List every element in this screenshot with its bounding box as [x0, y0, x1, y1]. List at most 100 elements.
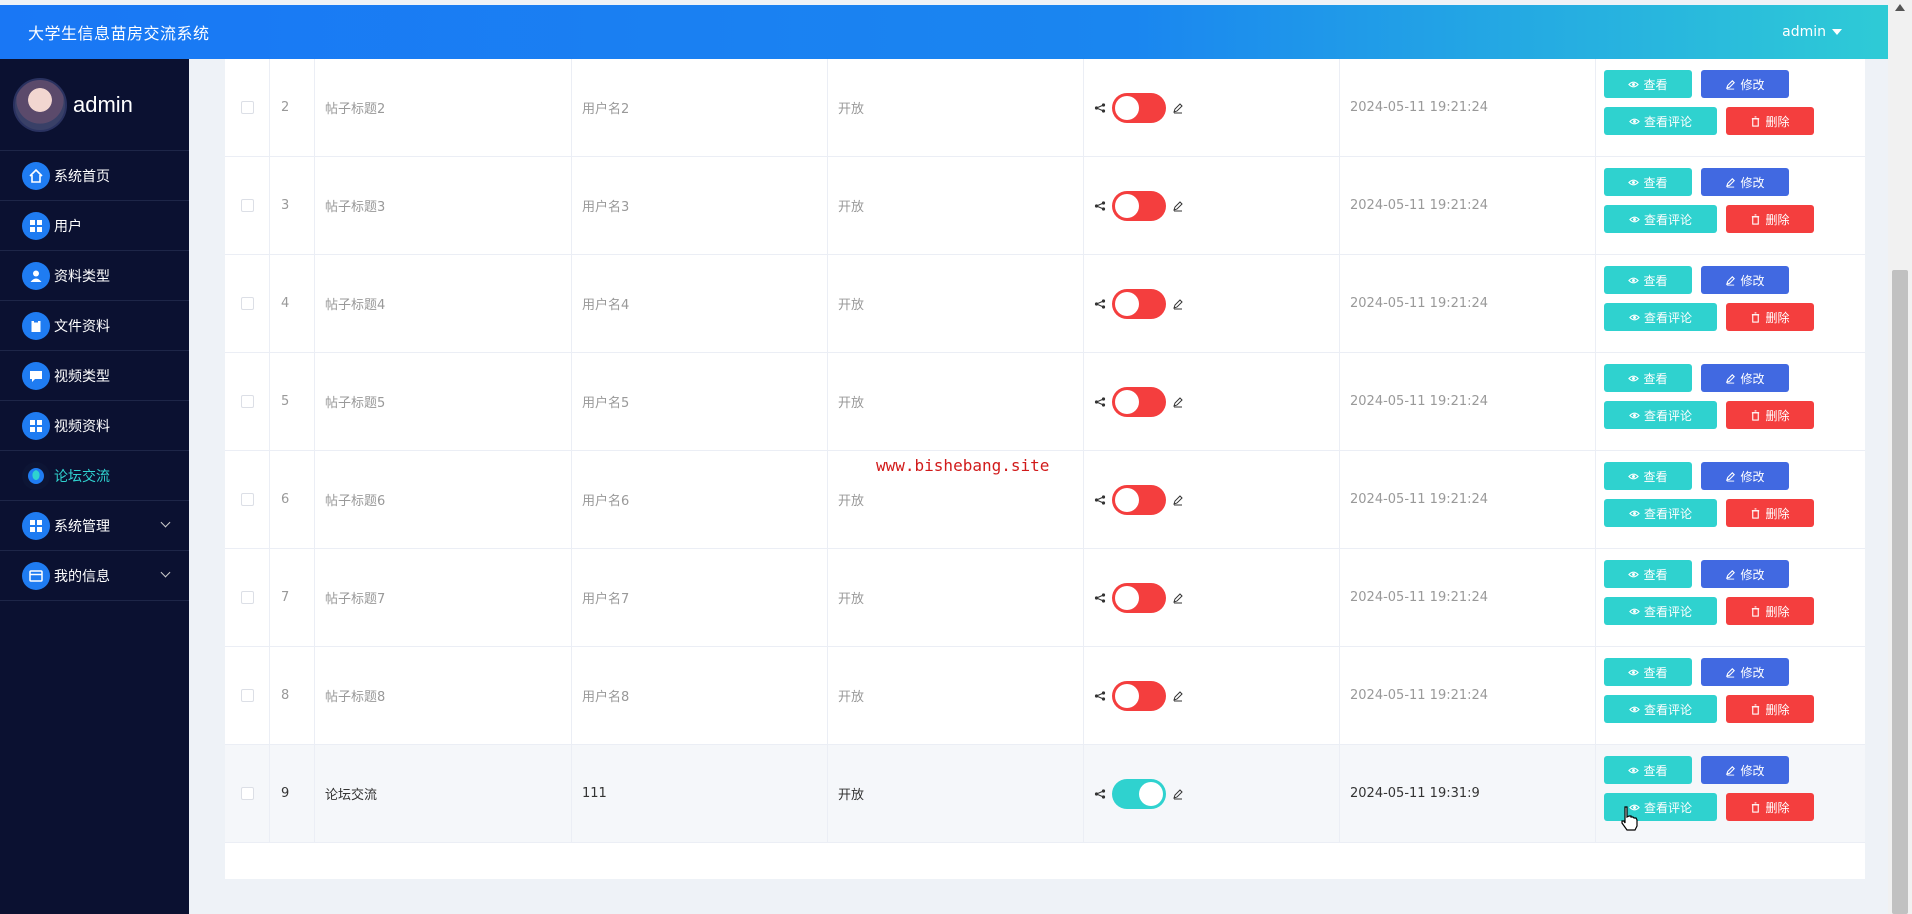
user-name: admin — [1782, 24, 1826, 40]
edit-icon — [1726, 667, 1736, 678]
share-icon[interactable] — [1094, 102, 1106, 114]
pencil-icon[interactable] — [1172, 200, 1184, 212]
share-icon[interactable] — [1094, 788, 1106, 800]
view-button[interactable]: 查看 — [1604, 560, 1692, 588]
edit-button[interactable]: 修改 — [1701, 560, 1789, 588]
view-comments-button[interactable]: 查看评论 — [1604, 205, 1717, 233]
view-button[interactable]: 查看 — [1604, 462, 1692, 490]
sidebar-item-1[interactable]: 用户 — [0, 201, 189, 251]
share-icon[interactable] — [1094, 396, 1106, 408]
status-toggle[interactable] — [1112, 386, 1166, 417]
pencil-icon[interactable] — [1172, 102, 1184, 114]
scrollbar-thumb[interactable] — [1892, 270, 1908, 914]
edit-button[interactable]: 修改 — [1701, 658, 1789, 686]
post-time: 2024-05-11 19:21:24 — [1340, 255, 1596, 352]
delete-button[interactable]: 删除 — [1726, 107, 1814, 135]
row-checkbox[interactable] — [240, 493, 254, 506]
sidebar: admin 系统首页用户 资料类型 文件资料 视频类型 视频资料 论坛交流 系统管理 我的信息 — [0, 59, 189, 914]
sidebar-item-3[interactable]: 文件资料 — [0, 301, 189, 351]
view-button[interactable]: 查看 — [1604, 168, 1692, 196]
view-button[interactable]: 查看 — [1604, 756, 1692, 784]
status-toggle[interactable] — [1112, 680, 1166, 711]
row-checkbox[interactable] — [240, 787, 254, 800]
row-checkbox[interactable] — [240, 689, 254, 702]
sidebar-item-6[interactable]: 论坛交流 — [0, 451, 189, 501]
pencil-icon[interactable] — [1172, 396, 1184, 408]
chevron-down-icon[interactable] — [160, 517, 171, 528]
post-time: 2024-05-11 19:21:24 — [1340, 451, 1596, 548]
view-comments-button[interactable]: 查看评论 — [1604, 303, 1717, 331]
status-toggle[interactable] — [1112, 190, 1166, 221]
status-toggle[interactable] — [1112, 288, 1166, 319]
view-button[interactable]: 查看 — [1604, 266, 1692, 294]
edit-button[interactable]: 修改 — [1701, 756, 1789, 784]
post-time: 2024-05-11 19:21:24 — [1340, 647, 1596, 744]
status-toggle[interactable] — [1112, 778, 1166, 809]
edit-icon — [1726, 79, 1736, 90]
delete-button[interactable]: 删除 — [1726, 205, 1814, 233]
user-dropdown[interactable]: admin — [1782, 24, 1842, 40]
pencil-icon[interactable] — [1172, 592, 1184, 604]
profile-name: admin — [73, 91, 133, 117]
chevron-down-icon[interactable] — [160, 567, 171, 578]
sidebar-item-2[interactable]: 资料类型 — [0, 251, 189, 301]
page-scrollbar[interactable] — [1888, 0, 1912, 914]
pencil-icon[interactable] — [1172, 788, 1184, 800]
row-checkbox[interactable] — [240, 591, 254, 604]
share-icon[interactable] — [1094, 690, 1106, 702]
share-icon[interactable] — [1094, 494, 1106, 506]
edit-button[interactable]: 修改 — [1701, 168, 1789, 196]
sidebar-item-0[interactable]: 系统首页 — [0, 151, 189, 201]
share-icon[interactable] — [1094, 592, 1106, 604]
scroll-up-icon[interactable] — [1895, 4, 1905, 11]
table-row: 2 帖子标题2 用户名2 开放 2024-05-11 19:21:24 查看 修改 查看评论删… — [225, 59, 1865, 157]
status-toggle[interactable] — [1112, 92, 1166, 123]
trash-icon — [1752, 409, 1760, 421]
sidebar-item-4[interactable]: 视频类型 — [0, 351, 189, 401]
sidebar-item-8[interactable]: 我的信息 — [0, 551, 189, 601]
delete-button[interactable]: 删除 — [1726, 303, 1814, 331]
post-username: 用户名4 — [572, 255, 828, 352]
status-toggle[interactable] — [1112, 582, 1166, 613]
row-index: 5 — [270, 353, 315, 450]
pencil-icon[interactable] — [1172, 494, 1184, 506]
view-comments-button[interactable]: 查看评论 — [1604, 499, 1717, 527]
table-row: 5 帖子标题5 用户名5 开放 2024-05-11 19:21:24 查看 修改 查看评论删… — [225, 353, 1865, 451]
eye-icon — [1629, 706, 1640, 712]
row-checkbox[interactable] — [240, 199, 254, 212]
edit-button[interactable]: 修改 — [1701, 70, 1789, 98]
post-username: 用户名8 — [572, 647, 828, 744]
share-icon[interactable] — [1094, 298, 1106, 310]
view-comments-button[interactable]: 查看评论 — [1604, 695, 1717, 723]
edit-button[interactable]: 修改 — [1701, 364, 1789, 392]
edit-button[interactable]: 修改 — [1701, 462, 1789, 490]
view-comments-button[interactable]: 查看评论 — [1604, 597, 1717, 625]
pencil-icon[interactable] — [1172, 298, 1184, 310]
delete-button[interactable]: 删除 — [1726, 793, 1814, 821]
view-button[interactable]: 查看 — [1604, 658, 1692, 686]
view-comments-button[interactable]: 查看评论 — [1604, 401, 1717, 429]
share-icon[interactable] — [1094, 200, 1106, 212]
row-checkbox[interactable] — [240, 297, 254, 310]
view-comments-button[interactable]: 查看评论 — [1604, 107, 1717, 135]
post-title: 帖子标题8 — [315, 647, 572, 744]
sidebar-item-label: 系统首页 — [54, 168, 110, 185]
status-toggle[interactable] — [1112, 484, 1166, 515]
delete-button[interactable]: 删除 — [1726, 695, 1814, 723]
table-row: 4 帖子标题4 用户名4 开放 2024-05-11 19:21:24 查看 修改 查看评论删… — [225, 255, 1865, 353]
edit-button[interactable]: 修改 — [1701, 266, 1789, 294]
delete-button[interactable]: 删除 — [1726, 401, 1814, 429]
row-index: 3 — [270, 157, 315, 254]
view-button[interactable]: 查看 — [1604, 364, 1692, 392]
delete-button[interactable]: 删除 — [1726, 597, 1814, 625]
card-icon — [22, 561, 50, 590]
grid-icon — [22, 211, 50, 240]
delete-button[interactable]: 删除 — [1726, 499, 1814, 527]
view-button[interactable]: 查看 — [1604, 70, 1692, 98]
eye-icon — [1628, 277, 1640, 283]
row-checkbox[interactable] — [240, 101, 254, 114]
row-checkbox[interactable] — [240, 395, 254, 408]
sidebar-item-7[interactable]: 系统管理 — [0, 501, 189, 551]
pencil-icon[interactable] — [1172, 690, 1184, 702]
sidebar-item-5[interactable]: 视频资料 — [0, 401, 189, 451]
